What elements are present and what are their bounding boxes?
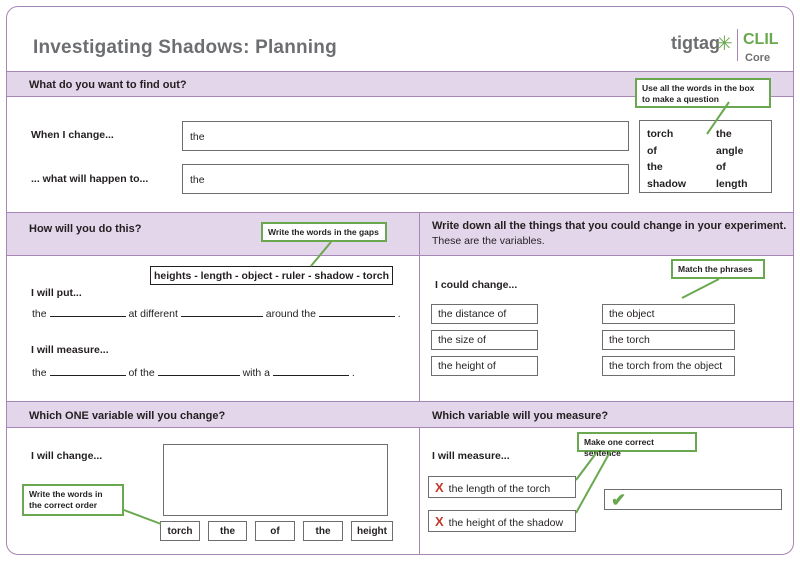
sentence-text: the bbox=[32, 367, 47, 379]
section-2-3-band: How will you do this? Write down all the… bbox=[7, 212, 793, 256]
when-change-field[interactable]: the bbox=[182, 121, 629, 151]
gap-blank[interactable] bbox=[180, 307, 263, 317]
logo-level: Core bbox=[745, 52, 771, 64]
sentence-text: with a bbox=[242, 367, 271, 379]
cross-icon: X bbox=[435, 480, 444, 495]
will-measure-label: I will measure... bbox=[31, 344, 109, 356]
instruction-note-1: Use all the words in the box to make a q… bbox=[635, 78, 771, 108]
word-card[interactable]: the bbox=[303, 521, 343, 541]
phrase-left[interactable]: the size of bbox=[431, 330, 538, 350]
measure-sentence: the of the with a . bbox=[32, 366, 355, 379]
cross-icon: X bbox=[435, 514, 444, 529]
logo-divider bbox=[737, 29, 738, 61]
word-card[interactable]: of bbox=[255, 521, 295, 541]
pointer-line bbox=[681, 278, 720, 299]
pointer-line bbox=[123, 509, 162, 525]
gap-blank[interactable] bbox=[272, 366, 349, 376]
section-3-subheading: These are the variables. bbox=[432, 235, 545, 247]
logo-brand: tigtag bbox=[671, 33, 720, 53]
tick-icon: ✔ bbox=[611, 490, 627, 510]
phrase-right[interactable]: the object bbox=[602, 304, 735, 324]
word-box-col-2: the angle of length bbox=[716, 126, 748, 192]
section-4-5-band: Which ONE variable will you change? Whic… bbox=[7, 401, 793, 428]
star-icon: ✳ bbox=[716, 33, 733, 55]
word-card[interactable]: height bbox=[351, 521, 393, 541]
section-1-heading: What do you want to find out? bbox=[29, 79, 187, 91]
word-item: length bbox=[716, 177, 748, 190]
gap-blank[interactable] bbox=[49, 366, 126, 376]
word-item: shadow bbox=[647, 177, 687, 190]
will-put-label: I will put... bbox=[31, 287, 82, 299]
word-item: angle bbox=[716, 144, 744, 157]
page-title: Investigating Shadows: Planning bbox=[33, 37, 337, 58]
sentence-text: . bbox=[397, 308, 401, 320]
gap-blank[interactable] bbox=[157, 366, 240, 376]
phrase-left[interactable]: the distance of bbox=[431, 304, 538, 324]
sentence-text: at different bbox=[128, 308, 178, 320]
gap-blank[interactable] bbox=[49, 307, 126, 317]
sentence-text: around the bbox=[265, 308, 316, 320]
word-item: torch bbox=[647, 128, 674, 140]
word-item: of bbox=[647, 144, 657, 157]
gap-blank[interactable] bbox=[318, 307, 395, 317]
answer-field[interactable]: ✔ bbox=[604, 489, 782, 510]
column-divider bbox=[419, 213, 420, 554]
word-bank: heights - length - object - ruler - shad… bbox=[150, 266, 393, 285]
what-happen-label: ... what will happen to... bbox=[31, 173, 149, 185]
word-item: the bbox=[716, 128, 732, 140]
what-happen-field[interactable]: the bbox=[182, 164, 629, 194]
could-change-label: I could change... bbox=[435, 279, 518, 291]
answer-box[interactable] bbox=[163, 444, 388, 516]
logo-product: CLIL bbox=[743, 31, 779, 48]
section-2-heading: How will you do this? bbox=[29, 223, 142, 235]
section-4-heading: Which ONE variable will you change? bbox=[29, 410, 226, 422]
will-measure-label-2: I will measure... bbox=[432, 450, 510, 462]
section-3-heading: Write down all the things that you could… bbox=[432, 220, 787, 232]
instruction-note-4: Write the words in the correct order bbox=[22, 484, 124, 516]
will-change-label: I will change... bbox=[31, 450, 103, 462]
tigtag-logo: tigtag ✳ CLIL Core bbox=[671, 27, 781, 67]
instruction-note-2: Write the words in the gaps bbox=[261, 222, 387, 242]
word-card[interactable]: torch bbox=[160, 521, 200, 541]
when-change-label: When I change... bbox=[31, 129, 114, 141]
instruction-note-5: Make one correct sentence bbox=[577, 432, 697, 458]
word-item: the bbox=[647, 161, 663, 173]
instruction-note-3: Match the phrases bbox=[671, 259, 765, 279]
phrase-left[interactable]: the height of bbox=[431, 356, 538, 376]
sentence-text: . bbox=[351, 367, 355, 379]
worksheet: Investigating Shadows: Planning tigtag ✳… bbox=[6, 6, 794, 555]
sentence-text: the bbox=[32, 308, 47, 320]
phrase-right[interactable]: the torch bbox=[602, 330, 735, 350]
word-item: of bbox=[716, 161, 726, 173]
phrase-right[interactable]: the torch from the object bbox=[602, 356, 735, 376]
word-card[interactable]: the bbox=[208, 521, 247, 541]
sentence-option-2[interactable]: Xthe height of the shadow bbox=[428, 510, 576, 532]
put-sentence: the at different around the . bbox=[32, 307, 401, 320]
sentence-option-1[interactable]: Xthe length of the torch bbox=[428, 476, 576, 498]
section-5-heading: Which variable will you measure? bbox=[432, 410, 609, 422]
option-text: the length of the torch bbox=[448, 483, 551, 495]
option-text: the height of the shadow bbox=[448, 517, 564, 529]
word-box-col-1: torch of the shadow bbox=[647, 126, 686, 192]
sentence-text: of the bbox=[128, 367, 155, 379]
